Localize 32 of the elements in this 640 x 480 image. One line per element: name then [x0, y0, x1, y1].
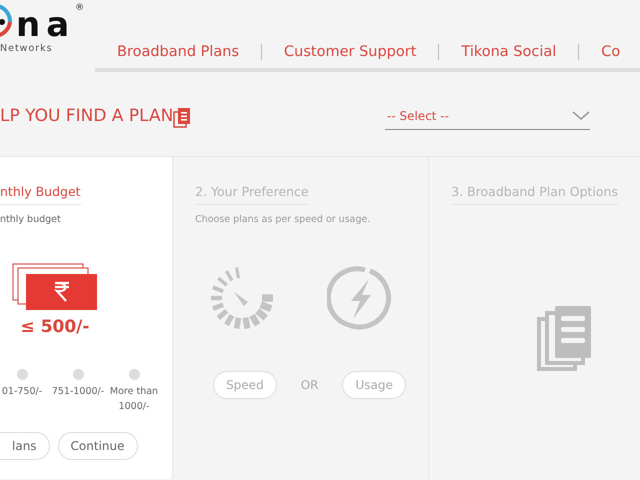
- nav-link[interactable]: Tikona Social: [439, 44, 580, 60]
- caret-icon: [572, 111, 590, 122]
- radio-dot[interactable]: [72, 368, 84, 380]
- step-button[interactable]: Continue: [58, 432, 138, 460]
- budget-option-label: More than 1000/-: [108, 384, 160, 414]
- lightning-icon: [327, 265, 394, 331]
- speed-button[interactable]: Speed: [213, 371, 277, 399]
- budget-option-label: 751-1000/-: [50, 384, 106, 398]
- step-title: nthly Budget: [0, 183, 81, 205]
- registered-mark: ®: [75, 2, 84, 15]
- logo-tagline: Networks: [0, 42, 54, 56]
- step-hint: nthly budget: [0, 212, 62, 227]
- step-button[interactable]: lans: [0, 432, 50, 460]
- budget-option-label: 01-750/-: [0, 384, 44, 398]
- step-hint: Choose plans as per speed or usage.: [195, 212, 372, 227]
- radio-dot[interactable]: [16, 368, 28, 380]
- finder-title: LP YOU FIND A PLAN: [0, 105, 174, 128]
- budget-amount: ≤ 500/-: [20, 316, 90, 339]
- nav-link[interactable]: Broadband Plans: [95, 44, 262, 60]
- documents-icon: [173, 108, 192, 128]
- step-title: 2. Your Preference: [195, 183, 309, 205]
- or-label: OR: [300, 377, 318, 394]
- step-title: 3. Broadband Plan Options: [451, 183, 618, 205]
- speedometer-icon: [209, 265, 276, 331]
- logo-wordmark: na: [16, 8, 76, 42]
- nav-link[interactable]: Co: [579, 44, 620, 60]
- usage-button[interactable]: Usage: [342, 371, 406, 399]
- plan-select[interactable]: -- Select --: [385, 104, 590, 130]
- rupee-notes-icon: [12, 263, 98, 311]
- radio-dot[interactable]: [128, 368, 140, 380]
- nav-link[interactable]: Customer Support: [262, 44, 440, 60]
- documents-icon: [537, 304, 594, 371]
